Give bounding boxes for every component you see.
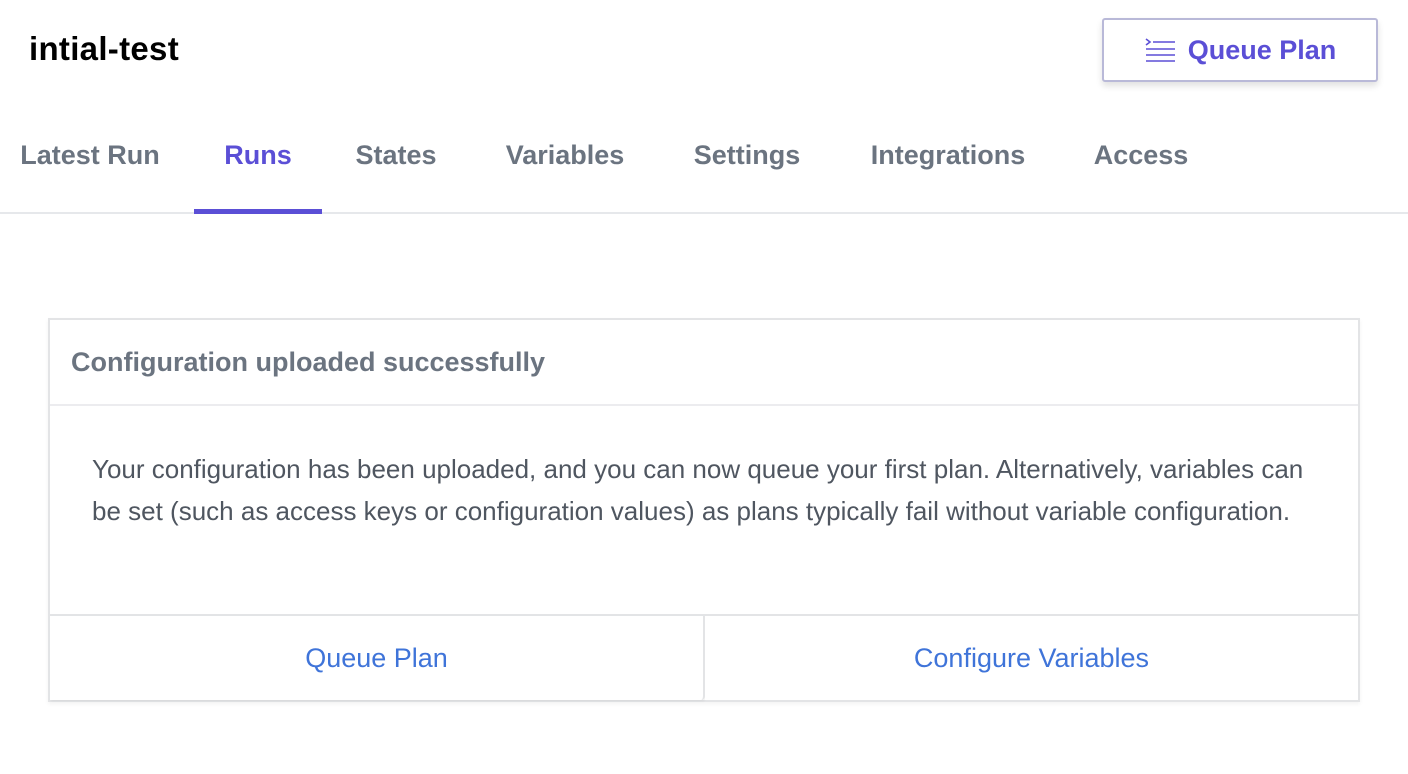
page-title: intial-test [29, 30, 179, 67]
configure-variables-button[interactable]: Configure Variables [705, 616, 1358, 700]
card-actions: Queue Plan Configure Variables [50, 614, 1358, 700]
tab-latest-run[interactable]: Latest Run [0, 120, 180, 212]
workspace-tabs: Latest Run Runs States Variables Setting… [0, 120, 1408, 214]
queue-plan-button-label: Queue Plan [1187, 34, 1337, 65]
upload-success-card: Configuration uploaded successfully Your… [48, 318, 1360, 702]
card-body-text: Your configuration has been uploaded, an… [92, 454, 1304, 526]
queue-plan-button[interactable]: Queue Plan [1102, 18, 1378, 82]
tab-settings[interactable]: Settings [672, 120, 822, 212]
tab-runs[interactable]: Runs [194, 120, 322, 214]
page-header: intial-test Queue Plan [0, 0, 1408, 110]
queue-list-icon [1144, 37, 1176, 63]
card-queue-plan-button[interactable]: Queue Plan [50, 616, 705, 700]
tab-states[interactable]: States [334, 120, 458, 212]
tab-access[interactable]: Access [1074, 120, 1208, 212]
tab-variables[interactable]: Variables [484, 120, 646, 212]
card-title: Configuration uploaded successfully [71, 346, 546, 377]
card-header: Configuration uploaded successfully [50, 320, 1358, 406]
tab-integrations[interactable]: Integrations [848, 120, 1048, 212]
